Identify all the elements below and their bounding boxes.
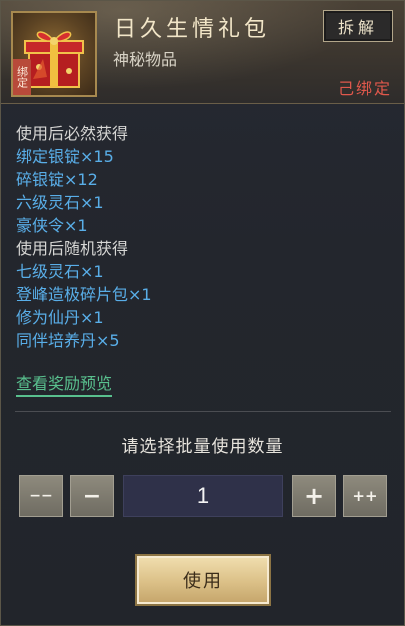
increase-one-button[interactable]: +: [292, 475, 336, 517]
list-item: 七级灵石×1: [16, 262, 104, 281]
list-item: 碎银锭×12: [16, 170, 98, 189]
batch-quantity-label: 请选择批量使用数量: [121, 437, 284, 457]
item-tooltip-panel: 绑定 日久生情礼包 神秘物品 拆解 己绑定 使用后必然获得 绑定银锭×15 碎银…: [0, 0, 405, 626]
reward-preview-link[interactable]: 查看奖励预览: [16, 370, 113, 397]
decrease-one-button[interactable]: −: [70, 475, 114, 517]
list-item: 豪侠令×1: [16, 216, 88, 235]
split-button[interactable]: 拆解: [323, 10, 393, 42]
bound-status: 己绑定: [337, 79, 392, 98]
item-name: 日久生情礼包: [114, 17, 271, 42]
list-item: 绑定银锭×15: [16, 147, 114, 166]
list-item: 同伴培养丹×5: [16, 331, 120, 350]
decrease-many-button[interactable]: −−: [19, 475, 63, 517]
use-button[interactable]: 使用: [135, 554, 271, 606]
guaranteed-header: 使用后必然获得: [16, 124, 129, 143]
bind-tag: 绑定: [13, 59, 31, 95]
list-item: 登峰造极碎片包×1: [16, 285, 152, 304]
divider: [15, 411, 391, 412]
item-category: 神秘物品: [113, 50, 178, 69]
reward-list: 使用后必然获得 绑定银锭×15 碎银锭×12 六级灵石×1 豪侠令×1 使用后随…: [16, 122, 152, 352]
list-item: 修为仙丹×1: [16, 308, 104, 327]
random-header: 使用后随机获得: [16, 239, 129, 258]
item-icon-frame: 绑定: [11, 11, 97, 97]
quantity-input[interactable]: 1: [123, 475, 283, 517]
list-item: 六级灵石×1: [16, 193, 104, 212]
item-header: 绑定 日久生情礼包 神秘物品 拆解 己绑定: [1, 1, 404, 104]
increase-many-button[interactable]: ++: [343, 475, 387, 517]
